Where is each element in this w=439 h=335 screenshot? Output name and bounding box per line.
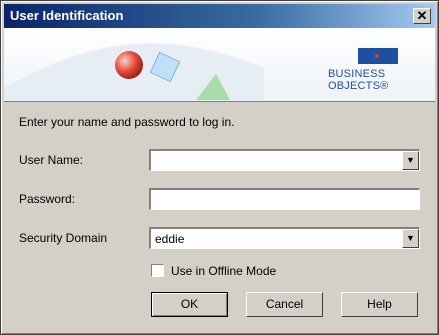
password-field[interactable] xyxy=(149,188,420,210)
close-icon: ✕ xyxy=(416,8,428,23)
user-name-combobox[interactable]: ▼ xyxy=(149,149,420,171)
registered-mark: ® xyxy=(380,80,389,92)
help-button[interactable]: Help xyxy=(341,292,418,317)
red-sphere-icon xyxy=(115,51,143,79)
dialog-window: User Identification ✕ BUSINESS OBJECTS® … xyxy=(0,0,439,335)
logo-dot-icon xyxy=(375,54,379,58)
security-domain-combobox[interactable]: eddie ▼ xyxy=(149,227,420,249)
brand-logo: BUSINESS OBJECTS® xyxy=(328,68,435,92)
title-bar[interactable]: User Identification ✕ xyxy=(4,4,435,28)
cancel-button-label: Cancel xyxy=(265,297,304,311)
help-button-label: Help xyxy=(367,297,392,311)
security-domain-dropdown-button[interactable]: ▼ xyxy=(402,229,419,248)
cancel-button[interactable]: Cancel xyxy=(246,292,323,317)
login-prompt: Enter your name and password to log in. xyxy=(19,115,235,129)
user-name-dropdown-button[interactable]: ▼ xyxy=(402,151,419,170)
banner: BUSINESS OBJECTS® xyxy=(4,28,435,102)
brand-logo-text: BUSINESS OBJECTS xyxy=(328,68,386,92)
window-title: User Identification xyxy=(10,8,124,23)
chevron-down-icon: ▼ xyxy=(406,233,415,243)
offline-mode-checkbox[interactable] xyxy=(151,264,164,277)
ok-button-label: OK xyxy=(180,297,199,311)
chevron-down-icon: ▼ xyxy=(406,155,415,165)
security-domain-label: Security Domain xyxy=(19,231,108,245)
offline-mode-label[interactable]: Use in Offline Mode xyxy=(171,264,276,278)
close-button[interactable]: ✕ xyxy=(413,8,431,24)
user-name-label: User Name: xyxy=(19,153,84,167)
password-label: Password: xyxy=(19,192,76,206)
security-domain-value: eddie xyxy=(155,232,185,246)
ok-button[interactable]: OK xyxy=(151,292,228,317)
